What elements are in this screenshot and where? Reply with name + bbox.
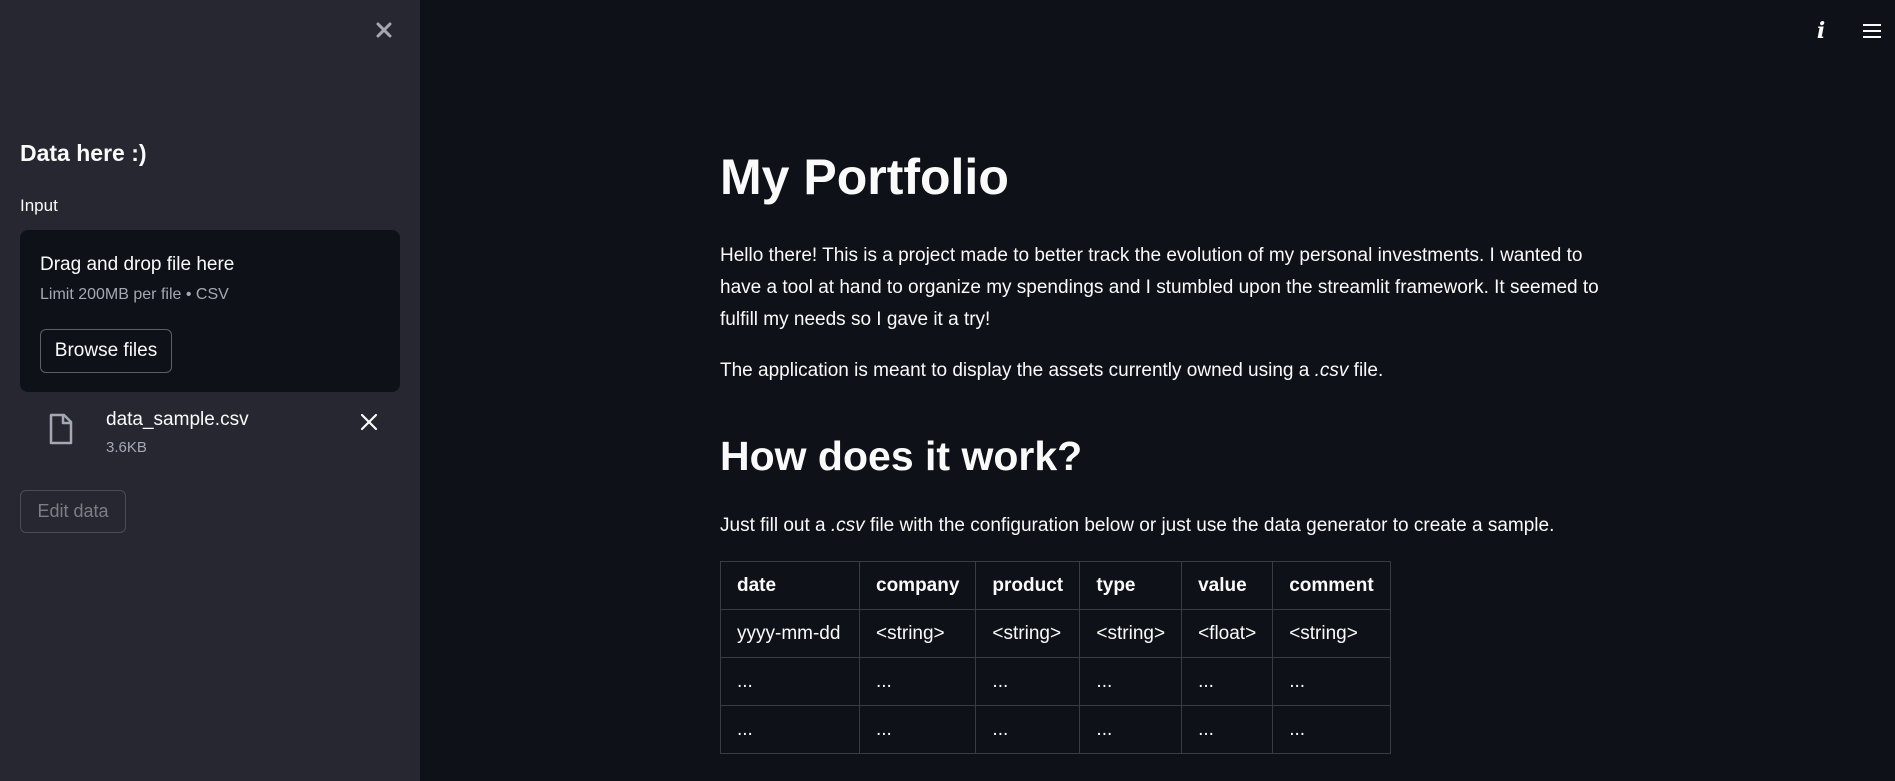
description-text-end: file.	[1348, 360, 1384, 381]
file-icon	[48, 413, 74, 445]
dropzone-instructions: Drag and drop file here	[40, 254, 235, 275]
table-header-row: date company product type value comment	[720, 561, 1391, 610]
table-header-comment: comment	[1272, 561, 1391, 610]
table-cell: ...	[975, 705, 1081, 754]
edit-data-button: Edit data	[20, 490, 126, 533]
description-text-start: The application is meant to display the …	[720, 360, 1315, 381]
table-header-date: date	[720, 561, 860, 610]
table-cell: ...	[720, 705, 860, 754]
browse-files-button[interactable]: Browse files	[40, 329, 172, 373]
page-title: My Portfolio	[720, 149, 1009, 205]
table-row: ... ... ... ... ... ...	[720, 705, 1391, 754]
table-cell: ...	[1181, 705, 1274, 754]
instructions-text-start: Just fill out a	[720, 515, 831, 536]
description-paragraph: The application is meant to display the …	[720, 355, 1600, 387]
file-uploader-label: Input	[20, 196, 58, 215]
intro-paragraph: Hello there! This is a project made to b…	[720, 245, 1599, 330]
uploaded-file-name: data_sample.csv	[106, 409, 249, 430]
sidebar: Data here :) Input Drag and drop file he…	[0, 0, 420, 781]
table-header-type: type	[1079, 561, 1183, 610]
section-heading: How does it work?	[720, 433, 1083, 479]
file-dropzone[interactable]: Drag and drop file here Limit 200MB per …	[20, 230, 400, 392]
table-cell: <string>	[1272, 609, 1391, 658]
table-cell: yyyy-mm-dd	[720, 609, 860, 658]
csv-emphasis: .csv	[830, 515, 865, 536]
table-cell: ...	[1272, 705, 1391, 754]
info-icon[interactable]: i	[1808, 16, 1834, 46]
table-cell: ...	[1272, 657, 1391, 706]
table-cell: ...	[1079, 657, 1183, 706]
table-cell: ...	[1079, 705, 1183, 754]
uploaded-file-size: 3.6KB	[106, 439, 147, 456]
table-cell: <string>	[975, 609, 1081, 658]
table-row: yyyy-mm-dd <string> <string> <string> <f…	[720, 609, 1391, 658]
sidebar-title: Data here :)	[20, 140, 147, 166]
table-cell: ...	[975, 657, 1081, 706]
csv-format-table: date company product type value comment …	[720, 561, 1391, 754]
table-header-product: product	[975, 561, 1081, 610]
remove-file-icon[interactable]	[356, 409, 382, 435]
sidebar-close-icon[interactable]	[372, 18, 396, 42]
table-header-company: company	[858, 561, 977, 610]
instructions-paragraph: Just fill out a .csv file with the confi…	[720, 510, 1600, 542]
table-cell: ...	[1181, 657, 1274, 706]
table-cell: <string>	[1079, 609, 1183, 658]
instructions-text-end: file with the configuration below or jus…	[864, 515, 1555, 536]
uploaded-file-item: data_sample.csv 3.6KB	[20, 405, 400, 461]
hamburger-menu-icon[interactable]	[1860, 18, 1888, 44]
csv-emphasis: .csv	[1314, 360, 1349, 381]
table-row: ... ... ... ... ... ...	[720, 657, 1391, 706]
table-cell: ...	[858, 657, 977, 706]
table-cell: <string>	[858, 609, 977, 658]
table-cell: ...	[720, 657, 860, 706]
table-cell: <float>	[1181, 609, 1274, 658]
table-header-value: value	[1181, 561, 1274, 610]
dropzone-limit-text: Limit 200MB per file • CSV	[40, 286, 229, 303]
table-cell: ...	[858, 705, 977, 754]
